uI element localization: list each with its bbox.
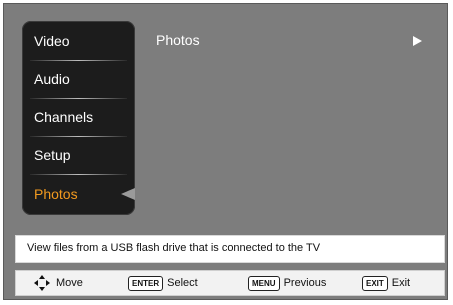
menu-item-photos[interactable]: Photos — [22, 176, 135, 212]
menu-item-label: Setup — [34, 147, 71, 163]
tv-menu-screen: Video Audio Channels Setup Photos Photos… — [3, 3, 448, 300]
exit-key-icon: EXIT — [362, 275, 388, 291]
enter-key-icon: ENTER — [128, 275, 164, 291]
menu-item-audio[interactable]: Audio — [22, 61, 135, 97]
hint-select: ENTER Select — [128, 271, 198, 295]
menu-item-label: Video — [34, 33, 70, 49]
hint-move: Move — [34, 271, 83, 295]
menu-key-icon: MENU — [248, 275, 280, 291]
hint-label: Previous — [283, 277, 327, 289]
hint-label: Exit — [391, 277, 411, 289]
right-arrow-icon — [413, 36, 422, 46]
menu-item-video[interactable]: Video — [22, 23, 135, 59]
hint-label: Move — [56, 277, 83, 289]
hint-exit: EXIT Exit — [362, 271, 410, 295]
main-menu: Video Audio Channels Setup Photos — [22, 21, 135, 215]
menu-divider — [30, 174, 127, 175]
description-box: View files from a USB flash drive that i… — [15, 235, 445, 263]
hint-label: Select — [167, 277, 198, 289]
hint-previous: MENU Previous — [248, 271, 326, 295]
menu-item-channels[interactable]: Channels — [22, 99, 135, 135]
menu-item-label: Photos — [34, 186, 78, 202]
menu-item-setup[interactable]: Setup — [22, 137, 135, 173]
description-text: View files from a USB flash drive that i… — [27, 242, 321, 254]
submenu-item-photos[interactable]: Photos — [156, 32, 432, 52]
menu-item-label: Channels — [34, 109, 94, 125]
submenu-item-label: Photos — [156, 32, 200, 48]
dpad-icon — [34, 275, 50, 291]
selection-pointer-icon — [121, 188, 135, 200]
menu-item-label: Audio — [34, 71, 70, 87]
key-hint-bar: Move ENTER Select MENU Previous EXIT Exi… — [15, 270, 445, 296]
